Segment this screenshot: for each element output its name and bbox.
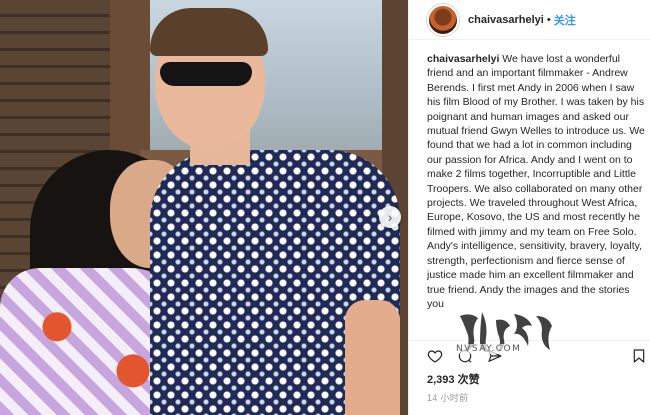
photo-man-hair xyxy=(150,8,268,56)
heart-icon[interactable] xyxy=(427,348,443,364)
bookmark-icon[interactable] xyxy=(631,348,647,364)
carousel-next-button[interactable]: › xyxy=(379,206,401,228)
header-username[interactable]: chaivasarhelyi xyxy=(468,14,544,26)
like-count[interactable]: 2,393 次赞 xyxy=(427,371,480,387)
follow-button[interactable]: 关注 xyxy=(554,12,576,28)
photo-man-arm xyxy=(345,300,400,415)
chevron-right-icon: › xyxy=(387,209,393,225)
post-timestamp: 14 小时前 xyxy=(427,393,469,403)
header-separator: • xyxy=(546,13,551,26)
post-caption: chaivasarhelyi We have lost a wonderful … xyxy=(427,52,645,337)
avatar[interactable] xyxy=(427,3,459,36)
post-header: chaivasarhelyi • 关注 xyxy=(409,0,650,40)
photo-man-sunglasses xyxy=(160,62,252,86)
caption-username[interactable]: chaivasarhelyi xyxy=(427,53,499,65)
caption-text: We have lost a wonderful friend and an i… xyxy=(427,53,645,310)
post-photo[interactable]: › xyxy=(0,0,408,415)
watermark-url: NVSAY.COM xyxy=(454,344,524,354)
